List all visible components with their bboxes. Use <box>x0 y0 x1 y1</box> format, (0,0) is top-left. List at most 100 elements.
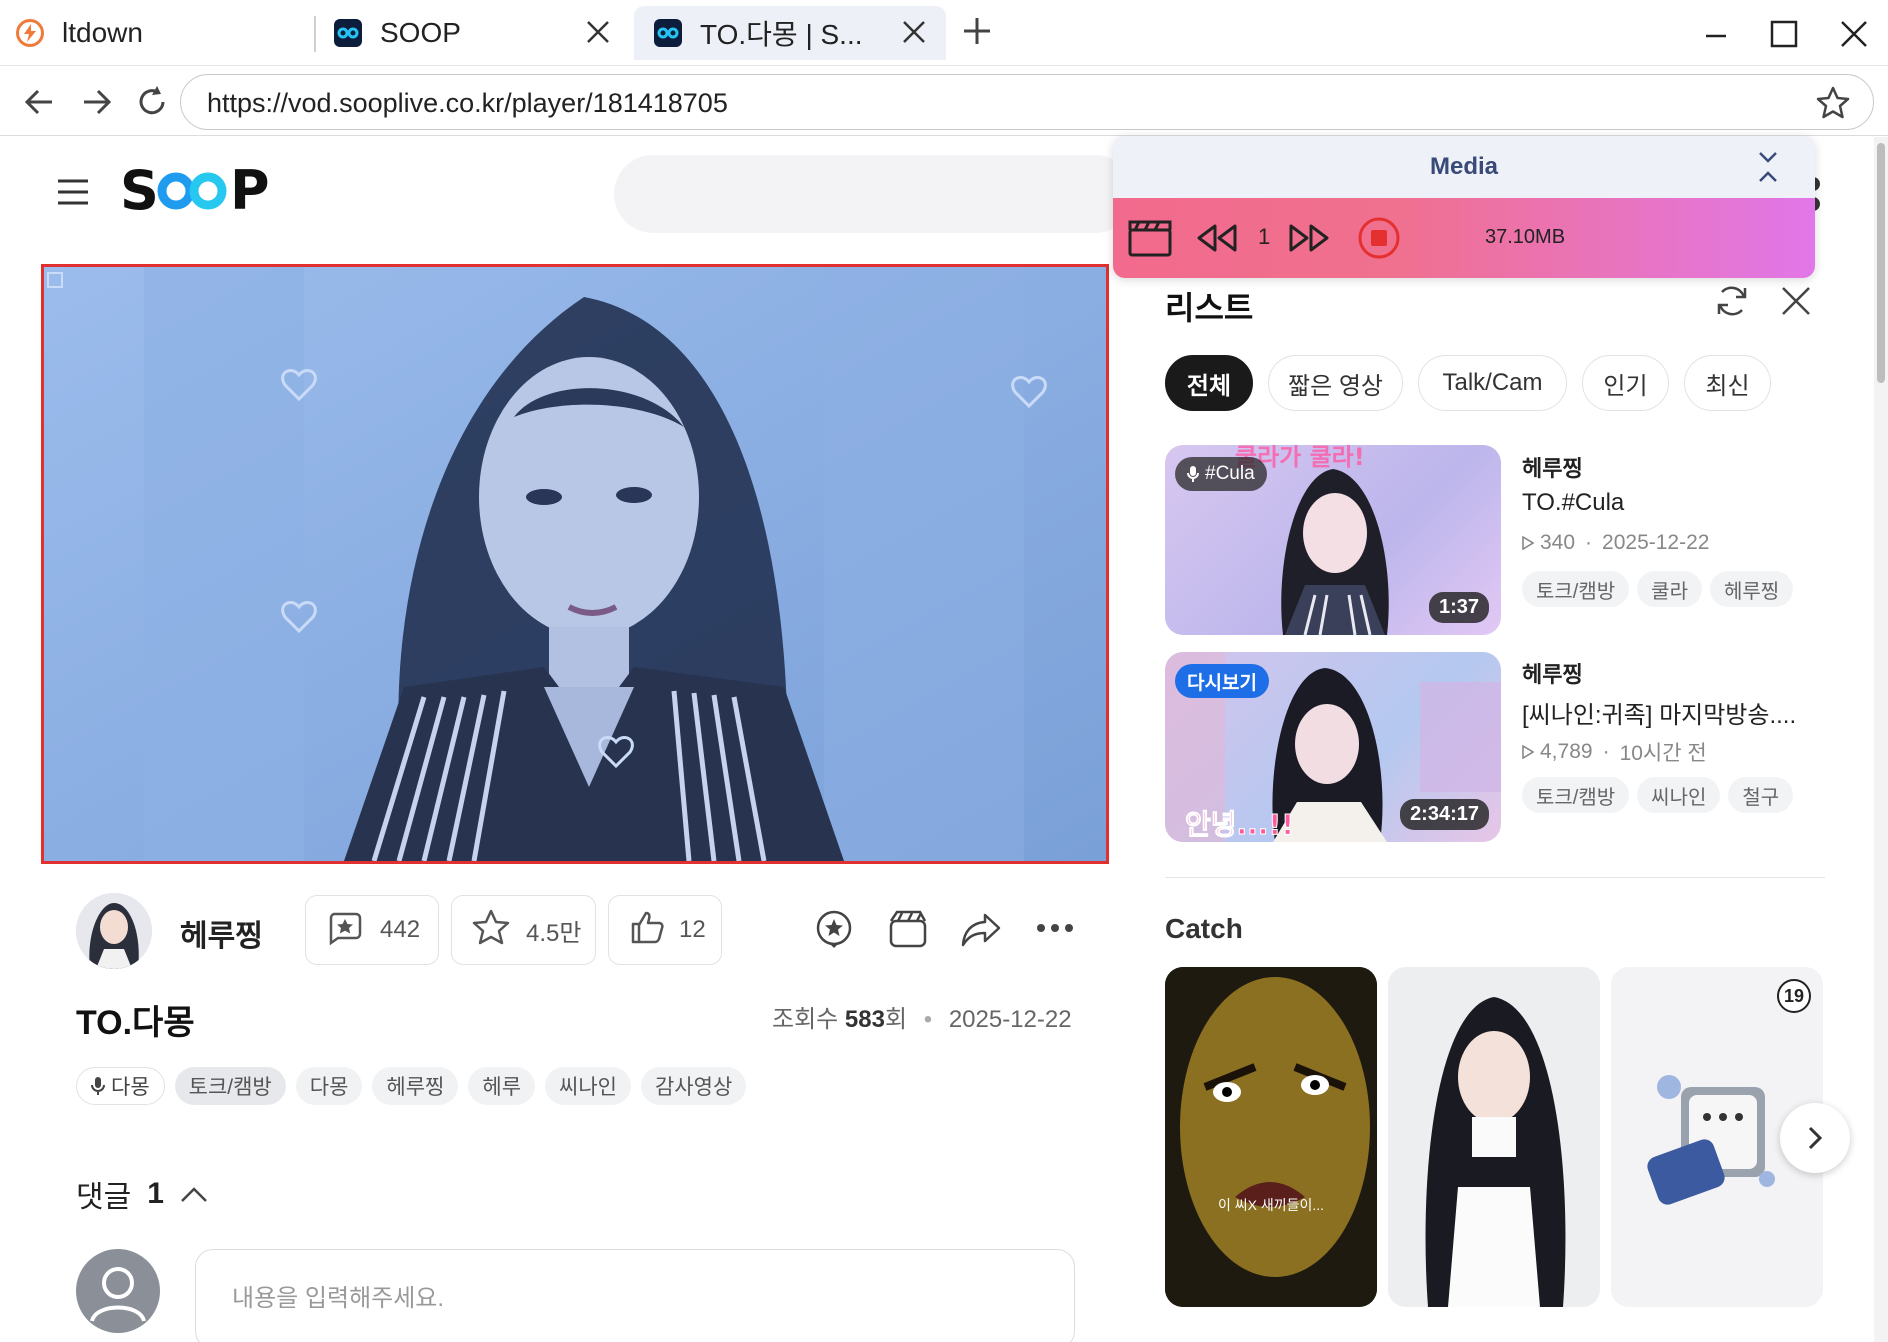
clapperboard-icon[interactable] <box>888 909 928 954</box>
filter-talkcam[interactable]: Talk/Cam <box>1418 355 1567 411</box>
back-icon[interactable] <box>22 84 58 120</box>
carousel-next-button[interactable] <box>1780 1103 1850 1173</box>
minimize-icon[interactable] <box>1698 16 1734 52</box>
comment-count-button[interactable]: 442 <box>305 895 439 965</box>
close-tab-icon[interactable] <box>584 18 612 46</box>
filter-all[interactable]: 전체 <box>1165 355 1253 411</box>
catch-card-image <box>1388 967 1600 1307</box>
scrollbar-thumb[interactable] <box>1877 143 1885 383</box>
list-item-views: 340 <box>1540 531 1576 554</box>
list-item-thumbnail[interactable]: 안녕...!! 다시보기 2:34:17 <box>1165 652 1501 842</box>
media-title: Media <box>1429 153 1498 180</box>
more-options-icon[interactable] <box>1036 921 1074 939</box>
catch-card[interactable]: 이 씨X 새끼들이... <box>1165 967 1377 1307</box>
list-item-meta: 4,789 · 10시간 전 <box>1522 737 1707 767</box>
channel-name[interactable]: 헤루찡 <box>180 911 263 955</box>
filter-popular[interactable]: 인기 <box>1582 355 1669 411</box>
close-window-icon[interactable] <box>1836 16 1872 52</box>
filter-latest[interactable]: 최신 <box>1684 355 1771 411</box>
tag-chip[interactable]: 토크/캠방 <box>1522 571 1630 607</box>
tag-chip[interactable]: 다몽 <box>295 1067 363 1105</box>
tag-chip[interactable]: 쿨라 <box>1637 571 1702 607</box>
tag-chip[interactable]: 씨나인 <box>545 1067 631 1105</box>
filter-shorts[interactable]: 짧은 영상 <box>1268 355 1403 411</box>
video-frame <box>44 267 1106 861</box>
catch-card[interactable] <box>1388 967 1600 1307</box>
list-item-channel[interactable]: 헤루찡 <box>1522 657 1583 689</box>
mic-tag-label: 다몽 <box>111 1076 150 1099</box>
ltdown-favicon-icon <box>16 19 44 47</box>
collapse-chevrons-icon[interactable] <box>1757 150 1779 191</box>
video-title: TO.다몽 <box>76 1004 195 1042</box>
age-restriction-badge: 19 <box>1777 979 1811 1013</box>
favorite-button[interactable]: 4.5만 <box>451 895 596 965</box>
tag-chip[interactable]: 감사영상 <box>640 1067 747 1105</box>
soop-logo[interactable]: S P <box>120 159 272 224</box>
comment-input[interactable]: 내용을 입력해주세요. <box>195 1249 1075 1342</box>
tag-chip[interactable]: 토크/캠방 <box>174 1067 286 1105</box>
reload-icon[interactable] <box>134 84 170 120</box>
maximize-icon[interactable] <box>1766 16 1802 52</box>
tag-chip[interactable]: 토크/캠방 <box>1522 777 1630 813</box>
tab-ltdown[interactable]: ltdown <box>16 6 312 60</box>
list-item-title[interactable]: [씨나인:귀족] 마지막방송.... <box>1522 695 1796 730</box>
media-size: 37.10MB <box>1485 226 1566 248</box>
like-count: 12 <box>679 916 706 943</box>
hamburger-menu-icon[interactable] <box>56 177 90 212</box>
tab-active-video[interactable]: TO.다몽 | S... <box>634 6 946 60</box>
search-bar[interactable] <box>614 155 1134 233</box>
tab-bar: ltdown SOOP TO.다몽 | S... <box>0 0 1888 66</box>
tab-soop[interactable]: SOOP <box>334 6 630 60</box>
svg-text:P: P <box>230 163 270 219</box>
url-field[interactable]: https://vod.sooplive.co.kr/player/181418… <box>180 74 1874 130</box>
page-scrollbar[interactable] <box>1874 137 1888 1342</box>
like-button[interactable]: 12 <box>608 895 722 965</box>
clapperboard-icon[interactable] <box>1127 218 1173 263</box>
views-label: 조회수 <box>772 1006 839 1033</box>
mic-tag[interactable]: 다몽 <box>76 1067 165 1105</box>
chevron-right-icon <box>1808 1126 1823 1150</box>
video-duration: 1:37 <box>1428 592 1489 623</box>
tab-title: SOOP <box>380 17 461 48</box>
comment-placeholder: 내용을 입력해주세요. <box>232 1285 445 1312</box>
soop-favicon-icon <box>334 19 362 47</box>
list-item-tags: 토크/캠방 쿨라 헤루찡 <box>1522 571 1801 607</box>
star-badge-icon[interactable] <box>814 909 854 954</box>
address-bar: https://vod.sooplive.co.kr/player/181418… <box>0 66 1888 136</box>
close-list-icon[interactable] <box>1780 285 1812 322</box>
list-item-channel[interactable]: 헤루찡 <box>1522 451 1583 483</box>
next-icon[interactable] <box>1287 222 1331 259</box>
svg-text:S: S <box>120 163 159 219</box>
list-item-date: 10시간 전 <box>1619 742 1707 765</box>
media-header: Media <box>1113 136 1815 198</box>
catch-title: Catch <box>1165 913 1243 944</box>
close-tab-icon[interactable] <box>900 18 928 46</box>
list-item-date: 2025-12-22 <box>1602 531 1710 554</box>
tag-chip[interactable]: 헤루찡 <box>1709 571 1794 607</box>
video-player[interactable] <box>41 264 1109 864</box>
previous-icon[interactable] <box>1195 222 1239 259</box>
video-tags: 다몽 토크/캠방 다몽 헤루찡 헤루 씨나인 감사영상 <box>76 1067 756 1105</box>
tag-chip[interactable]: 철구 <box>1728 777 1794 813</box>
share-icon[interactable] <box>960 911 1002 954</box>
tag-chip[interactable]: 씨나인 <box>1637 777 1721 813</box>
tag-chip[interactable]: 헤루 <box>468 1067 536 1105</box>
page-content: S P 헤루찡 442 4.5만 12 TO.다몽 조회수 583회 • 202… <box>0 137 1888 1342</box>
list-item-views: 4,789 <box>1540 740 1593 763</box>
stop-record-icon[interactable] <box>1357 216 1401 265</box>
list-item-thumbnail[interactable]: 쿨라가 쿨라! #Cula 1:37 <box>1165 445 1501 635</box>
video-duration: 2:34:17 <box>1400 799 1489 830</box>
comments-header[interactable]: 댓글 1 <box>76 1172 208 1216</box>
media-controls: 1 37.10MB <box>1113 198 1815 278</box>
list-item-tags: 토크/캠방 씨나인 철구 <box>1522 777 1801 813</box>
list-item-title[interactable]: TO.#Cula <box>1522 489 1624 517</box>
bookmark-star-icon[interactable] <box>1815 85 1851 126</box>
catch-card-image <box>1165 967 1377 1307</box>
channel-avatar[interactable] <box>76 893 152 969</box>
new-tab-icon[interactable] <box>960 14 994 53</box>
chat-star-icon <box>326 908 364 953</box>
forward-icon[interactable] <box>78 84 114 120</box>
favorite-count: 4.5만 <box>526 919 582 947</box>
refresh-icon[interactable] <box>1714 283 1750 324</box>
tag-chip[interactable]: 헤루찡 <box>372 1067 459 1105</box>
